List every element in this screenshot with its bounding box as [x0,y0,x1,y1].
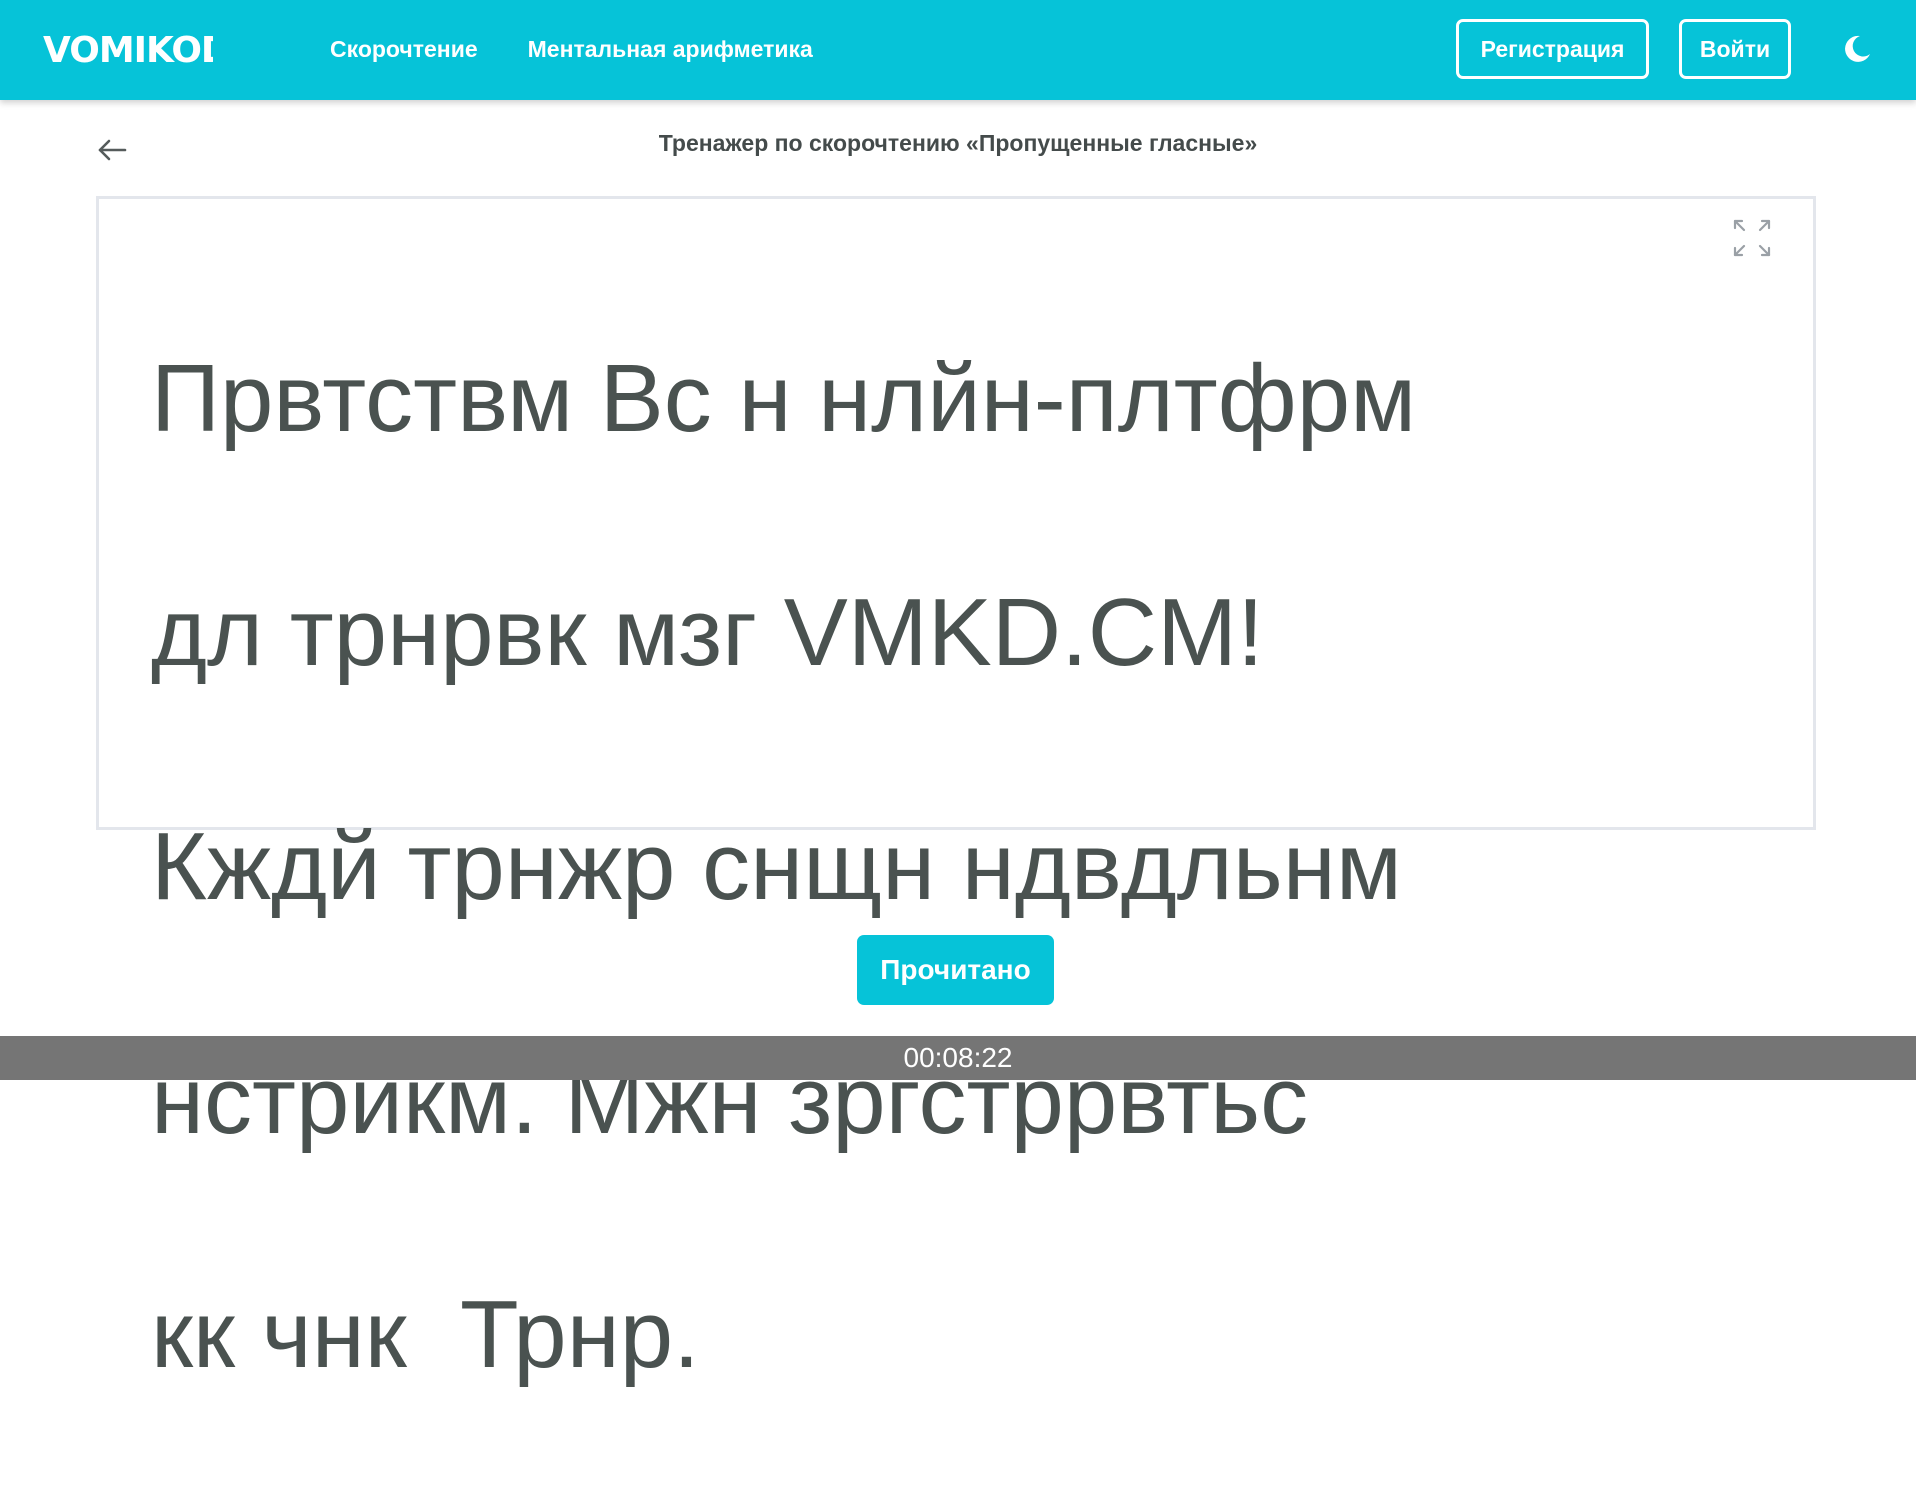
nav-speed-reading[interactable]: Скорочтение [330,36,478,63]
nav-mental-arithmetic[interactable]: Ментальная арифметика [528,36,813,63]
register-button[interactable]: Регистрация [1456,19,1649,79]
expand-icon [1733,219,1771,257]
reading-line: дл трнрвк мзг VMKD.CM! [151,579,1264,686]
reading-text: Првтствм Вс н нлйн-плтфрм дл трнрвк мзг … [151,223,1651,1510]
main-nav: Скорочтение Ментальная арифметика [330,36,813,63]
reading-line: кк чнк Трнр. [151,1281,700,1388]
reading-area: Првтствм Вс н нлйн-плтфрм дл трнрвк мзг … [96,196,1816,1388]
reading-line: Првтствм Вс н нлйн-плтфрм [151,345,1417,452]
logo-wordmark: VOMIKOD [43,30,213,71]
login-button[interactable]: Войти [1679,19,1791,79]
theme-toggle[interactable] [1840,32,1874,66]
logo-mark: VOMIKOD [43,30,213,71]
page-title: Тренажер по скорочтению «Пропущенные гла… [658,130,1258,156]
fullscreen-button[interactable] [1731,217,1773,259]
done-reading-button[interactable]: Прочитано [857,935,1054,1005]
timer: 00:08:22 [903,1042,1013,1073]
timer-bar: 00:08:22 [0,1036,1916,1080]
reading-line: Кждй трнжр снщн ндвдльнм [151,813,1402,920]
moon-icon [1845,35,1870,62]
vomikod-logo[interactable]: VOMIKOD [43,26,213,74]
top-header: VOMIKOD Скорочтение Ментальная арифметик… [0,0,1916,100]
